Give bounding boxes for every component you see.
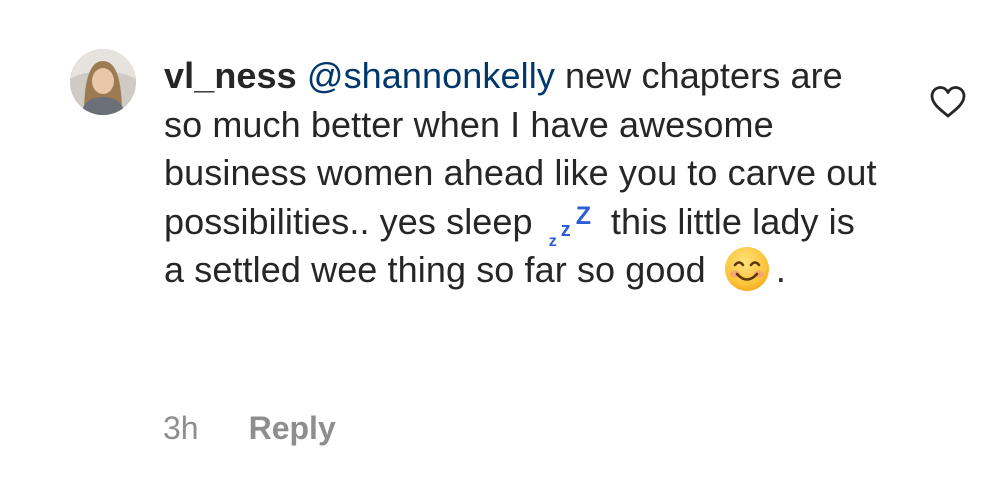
like-button[interactable] [929,85,967,119]
comment-meta: 3h Reply [163,410,336,447]
comment-username[interactable]: vl_ness [164,55,297,96]
reply-button[interactable]: Reply [249,410,336,447]
avatar[interactable] [70,49,136,115]
smiling-face-emoji [724,246,770,292]
comment-text-end: . [775,249,786,290]
comment-timestamp[interactable]: 3h [163,410,199,447]
comment-text: vl_ness @shannonkelly new chapters are s… [164,52,884,295]
zzz-emoji: zzZ [548,201,592,250]
heart-outline-icon [930,86,966,118]
comment: vl_ness @shannonkelly new chapters are s… [0,0,990,489]
comment-mention[interactable]: @shannonkelly [307,55,555,96]
avatar-image [70,49,136,115]
